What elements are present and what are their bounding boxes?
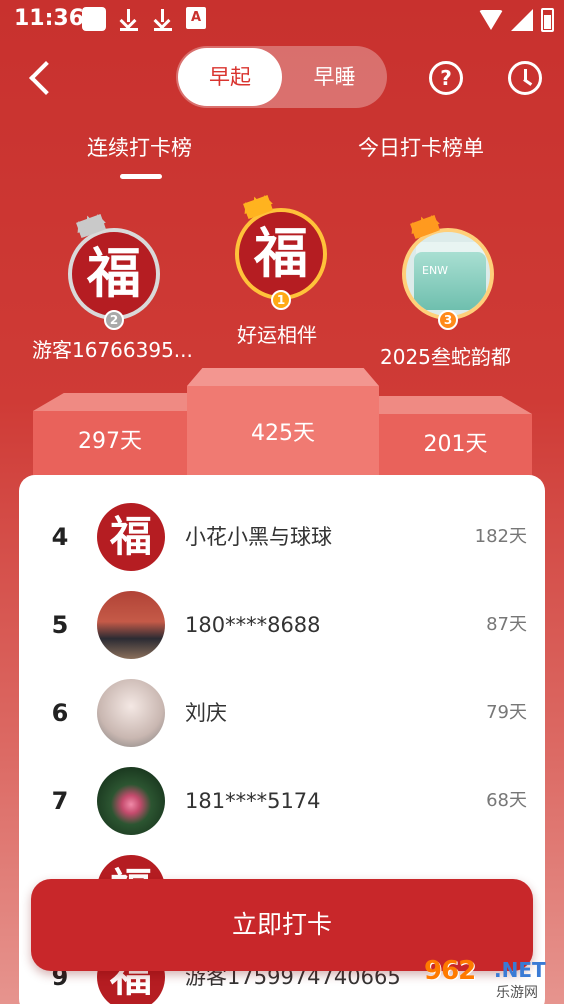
rank-1-badge: 1 [271,290,291,310]
watermark-sub: 乐游网 [496,985,538,1001]
avatar-product-label: ENW [422,264,449,277]
status-time: 11:36 [14,6,85,31]
wifi-icon [479,10,503,30]
tab-active-indicator [120,174,162,179]
podium-third-name: 2025叁蛇韵都 [380,345,511,369]
list-days: 182天 [474,526,527,547]
podium-third-days: 201天 [379,414,532,483]
signal-icon [511,9,533,31]
podium-second-avatar[interactable]: 福 [68,228,160,320]
podium-first-avatar[interactable]: 福 [235,208,327,300]
site-watermark: 962 .NET 乐游网 [424,956,558,1001]
podium-first-block: 425天 [187,368,379,483]
status-system-icons [479,8,554,32]
list-rank: 7 [51,787,69,815]
list-days: 68天 [486,790,527,811]
list-rank: 5 [51,611,69,639]
download-icon [118,7,140,31]
mode-toggle[interactable]: 早起 早睡 [176,46,387,108]
help-icon[interactable]: ? [429,61,463,95]
rank-2-badge: 2 [104,310,124,330]
notification-square-icon [82,7,106,31]
list-item[interactable]: 7 181****5174 68天 [19,757,545,845]
list-item[interactable]: 6 刘庆 79天 [19,669,545,757]
avatar[interactable]: 福 [97,503,165,571]
clock-icon[interactable] [508,61,542,95]
podium-first-name: 好运相伴 [237,323,317,347]
watermark-net: .NET [494,958,546,982]
podium-second-block: 297天 [33,393,187,483]
list-rank: 4 [51,523,69,551]
list-name: 刘庆 [185,701,227,725]
list-name: 181****5174 [185,789,321,813]
avatar[interactable] [97,679,165,747]
avatar[interactable] [97,591,165,659]
watermark-number: 962 [424,956,476,986]
tab-today-checkin[interactable]: 今日打卡榜单 [358,132,484,162]
avatar[interactable] [97,767,165,835]
toggle-early-sleep[interactable]: 早睡 [284,48,385,106]
podium-first-days: 425天 [187,386,379,483]
podium-third-avatar[interactable]: ENW [402,228,494,320]
app-notification-icon: A [186,7,206,29]
status-bar: 11:36 A [0,0,564,40]
battery-icon [541,8,554,32]
podium-third-block: 201天 [379,396,532,483]
podium-second-days: 297天 [33,411,187,483]
list-name: 180****8688 [185,613,321,637]
back-button[interactable] [22,58,62,98]
list-name: 小花小黑与球球 [185,525,332,549]
list-days: 87天 [486,614,527,635]
podium-second-name: 游客16766395... [32,338,193,362]
toggle-early-rise[interactable]: 早起 [178,48,282,106]
list-days: 79天 [486,702,527,723]
list-item[interactable]: 5 180****8688 87天 [19,581,545,669]
rank-3-badge: 3 [438,310,458,330]
list-item[interactable]: 4 福 小花小黑与球球 182天 [19,493,545,581]
status-notifications: A [82,7,206,31]
tab-continuous-checkin[interactable]: 连续打卡榜 [87,132,192,162]
download-icon [152,7,174,31]
list-rank: 6 [51,699,69,727]
